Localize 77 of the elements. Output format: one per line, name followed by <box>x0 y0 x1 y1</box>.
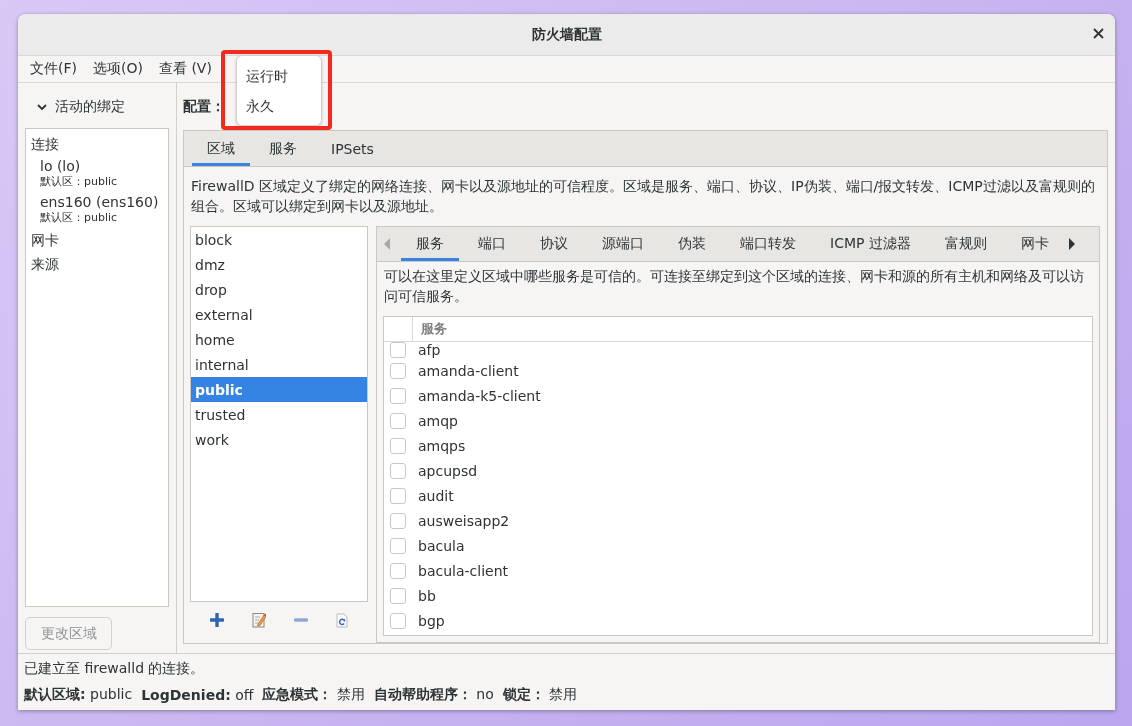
zone-item[interactable]: public <box>191 377 367 402</box>
remove-icon[interactable] <box>294 617 308 623</box>
binding-zone: 默认区：public <box>40 211 119 225</box>
tab[interactable]: 服务 <box>254 131 312 166</box>
service-name: audit <box>418 487 454 504</box>
tab[interactable]: 富规则 <box>929 227 1002 261</box>
binding-name[interactable]: ens160 (ens160) <box>40 193 163 211</box>
service-name: amqp <box>418 412 458 429</box>
zone-item[interactable]: block <box>191 227 367 252</box>
expander-label[interactable]: 活动的绑定 <box>55 98 125 116</box>
menu-item[interactable]: 永久 <box>237 92 321 122</box>
checkbox[interactable] <box>390 537 406 554</box>
tab[interactable]: 伪装 <box>663 227 721 261</box>
status-field: 应急模式： 禁用 <box>262 686 365 704</box>
column-header[interactable]: 服务 <box>413 317 447 341</box>
status-field: 锁定： 禁用 <box>502 686 578 704</box>
service-name: amqps <box>418 437 466 454</box>
reload-icon[interactable] <box>336 612 348 628</box>
description: 可以在这里定义区域中哪些服务是可信的。可连接至绑定到这个区域的连接、网卡和源的所有主机和网络及可以访问可信服务。 <box>383 267 1085 306</box>
close-icon[interactable] <box>1093 28 1104 39</box>
tab[interactable]: IPSets <box>316 131 389 166</box>
checkbox[interactable] <box>390 562 406 579</box>
scroll-left-icon[interactable] <box>383 237 391 251</box>
status-message: 已建立至 firewalld 的连接。 <box>24 660 205 678</box>
tab[interactable]: 端口 <box>463 227 521 261</box>
status-field: LogDenied: off <box>141 687 254 703</box>
zone-item[interactable]: home <box>191 327 367 352</box>
checkbox[interactable] <box>390 487 406 504</box>
menu-item[interactable]: 运行时 <box>237 62 321 92</box>
description: FirewallD 区域定义了绑定的网络连接、网卡以及源地址的可信程度。区域是服务、端口、协议、IP伪装、端口/报文转发、ICMP过滤以及富规则的组合。区域可以绑定到网卡以及源地址。 <box>190 177 1096 216</box>
service-name: bb <box>418 587 436 604</box>
service-name: apcupsd <box>418 462 478 479</box>
scroll-right-icon[interactable] <box>1067 237 1076 251</box>
checkbox[interactable] <box>390 612 406 629</box>
binding-name[interactable]: lo (lo) <box>40 157 163 175</box>
group-label[interactable]: 网卡 <box>31 229 163 253</box>
menu-item[interactable]: 查看 (V) <box>150 60 220 78</box>
group-label[interactable]: 连接 <box>31 133 163 157</box>
status-field: 自动帮助程序： no <box>373 686 494 704</box>
service-name: amanda-k5-client <box>418 387 541 404</box>
service-name: afp <box>418 342 441 358</box>
zone-item[interactable]: internal <box>191 352 367 377</box>
tab[interactable]: 源端口 <box>587 227 659 261</box>
checkbox[interactable] <box>390 412 406 429</box>
status-field: 默认区域: public <box>24 686 133 704</box>
checkbox[interactable] <box>390 437 406 454</box>
tab[interactable]: ICMP 过滤器 <box>815 227 926 261</box>
tab[interactable]: 服务 <box>401 227 459 261</box>
checkbox[interactable] <box>390 512 406 529</box>
tab[interactable]: 区域 <box>192 131 250 166</box>
service-name: amanda-client <box>418 362 519 379</box>
tab[interactable]: 端口转发 <box>725 227 811 261</box>
window-title: 防火墙配置 <box>531 25 602 44</box>
service-name: ausweisapp2 <box>418 512 510 529</box>
menu-item[interactable]: 文件(F) <box>22 60 85 78</box>
checkbox[interactable] <box>390 387 406 404</box>
zone-item[interactable]: drop <box>191 277 367 302</box>
edit-icon[interactable] <box>252 612 266 628</box>
zone-item[interactable]: dmz <box>191 252 367 277</box>
zone-item[interactable]: trusted <box>191 402 367 427</box>
tab[interactable]: 协议 <box>525 227 583 261</box>
service-name: bgp <box>418 612 445 629</box>
config-label: 配置： <box>183 97 225 116</box>
chevron-icon[interactable] <box>37 102 47 112</box>
group-label[interactable]: 来源 <box>31 253 163 277</box>
checkbox[interactable] <box>390 342 406 358</box>
tab[interactable]: 网卡 <box>1005 227 1064 261</box>
checkbox[interactable] <box>390 362 406 379</box>
checkbox[interactable] <box>390 587 406 604</box>
menu-item[interactable]: 选项(O) <box>85 60 151 78</box>
service-name: bacula-client <box>418 562 508 579</box>
zone-item[interactable]: work <box>191 427 367 452</box>
checkbox[interactable] <box>390 462 406 479</box>
add-icon[interactable] <box>210 613 224 627</box>
service-name: bacula <box>418 537 465 554</box>
zone-item[interactable]: external <box>191 302 367 327</box>
binding-zone: 默认区：public <box>40 175 119 189</box>
